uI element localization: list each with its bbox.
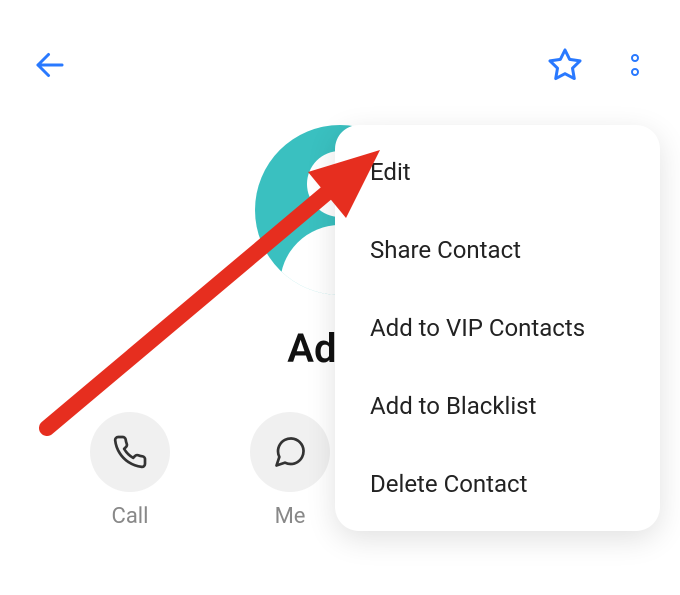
- call-button[interactable]: [90, 412, 170, 492]
- favorite-button[interactable]: [545, 45, 585, 85]
- call-label: Call: [112, 504, 149, 529]
- menu-item-edit[interactable]: Edit: [335, 133, 660, 211]
- message-icon: [272, 434, 308, 470]
- message-button[interactable]: [250, 412, 330, 492]
- menu-item-vip[interactable]: Add to VIP Contacts: [335, 289, 660, 367]
- back-arrow-icon: [32, 47, 68, 83]
- menu-item-share[interactable]: Share Contact: [335, 211, 660, 289]
- message-label: Me: [275, 504, 306, 529]
- more-options-button[interactable]: [620, 45, 650, 85]
- more-vertical-icon: [631, 54, 639, 62]
- header-actions: [545, 45, 650, 85]
- header-bar: [0, 0, 680, 105]
- star-outline-icon: [547, 47, 583, 83]
- menu-item-blacklist[interactable]: Add to Blacklist: [335, 367, 660, 445]
- menu-item-delete[interactable]: Delete Contact: [335, 445, 660, 523]
- options-menu: Edit Share Contact Add to VIP Contacts A…: [335, 125, 660, 531]
- back-button[interactable]: [30, 45, 70, 85]
- call-action: Call: [90, 412, 170, 529]
- phone-icon: [112, 434, 148, 470]
- more-vertical-icon: [631, 68, 639, 76]
- message-action: Me: [250, 412, 330, 529]
